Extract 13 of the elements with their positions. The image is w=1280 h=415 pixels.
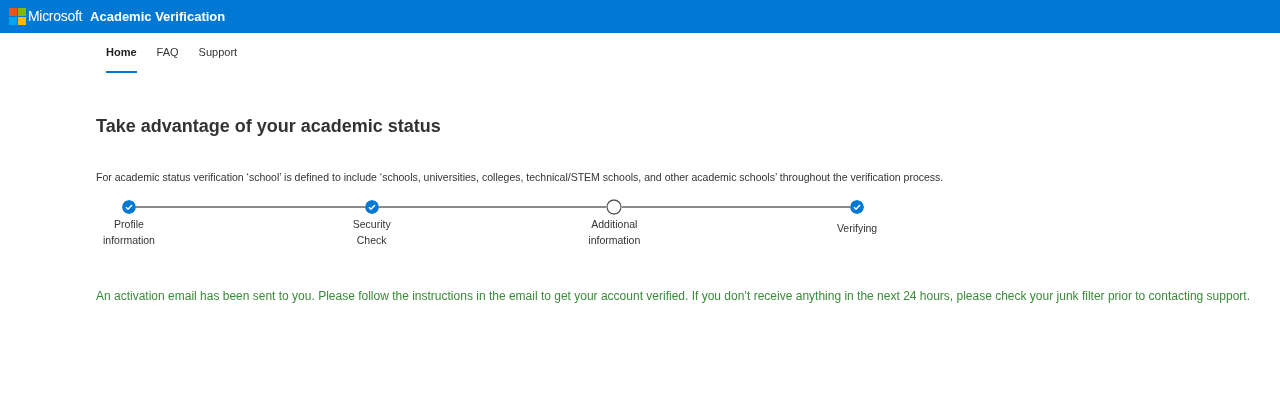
page-heading: Take advantage of your academic status xyxy=(96,114,442,138)
brand-name: Microsoft xyxy=(28,7,83,26)
step-label: Additional information xyxy=(587,217,642,249)
nav-tab[interactable]: FAQ xyxy=(156,43,179,73)
step-label: Profile information xyxy=(102,217,156,249)
nav-tab[interactable]: Support xyxy=(198,43,238,73)
description-text: For academic status verification ‘school’ is defined to include ‘schools, universities, colleges, technical/STEM schools, and other academic schools’ throughout the verification process. xyxy=(96,169,945,185)
step-label: Security Check xyxy=(351,217,392,249)
nav-tab[interactable]: Home xyxy=(106,43,137,73)
confirmation-message: An activation email has been sent to you. Please follow the instructions in the email to get your account verified. If you don’t receive anything in the next 24 hours, please check your junk filter prior to contacting support. xyxy=(96,288,1251,306)
app-title: Academic Verification xyxy=(90,7,226,26)
logo-icon xyxy=(9,8,26,25)
step-label: Verifying xyxy=(835,221,879,237)
